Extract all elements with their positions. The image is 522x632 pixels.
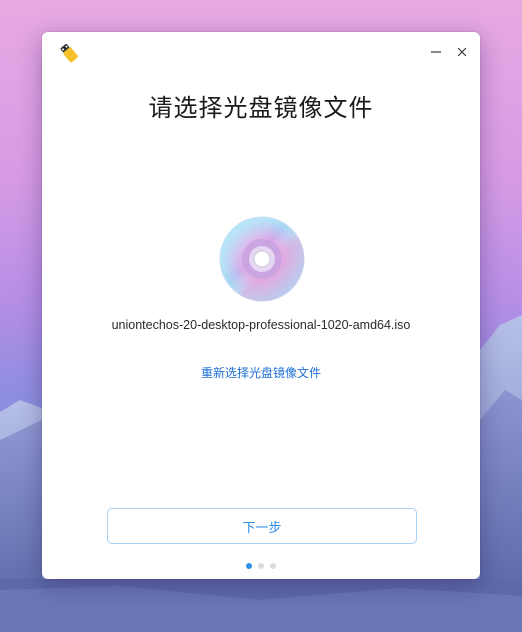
page-indicator <box>42 563 480 569</box>
reselect-iso-link[interactable]: 重新选择光盘镜像文件 <box>42 364 480 381</box>
close-button[interactable] <box>452 42 472 62</box>
page-dot-1 <box>246 563 252 569</box>
optical-disc-icon <box>219 216 305 302</box>
page-title: 请选择光盘镜像文件 <box>148 94 374 122</box>
next-button[interactable]: 下一步 <box>107 508 417 544</box>
usb-drive-icon <box>57 41 81 65</box>
installer-window: 请选择光盘镜像文件 uniontechos-20-desktop-profess… <box>42 32 480 579</box>
page-dot-2 <box>258 563 264 569</box>
close-icon <box>457 47 467 57</box>
minimize-icon <box>431 51 441 53</box>
page-dot-3 <box>270 563 276 569</box>
selected-iso-filename: uniontechos-20-desktop-professional-1020… <box>111 318 411 332</box>
minimize-button[interactable] <box>426 42 446 62</box>
